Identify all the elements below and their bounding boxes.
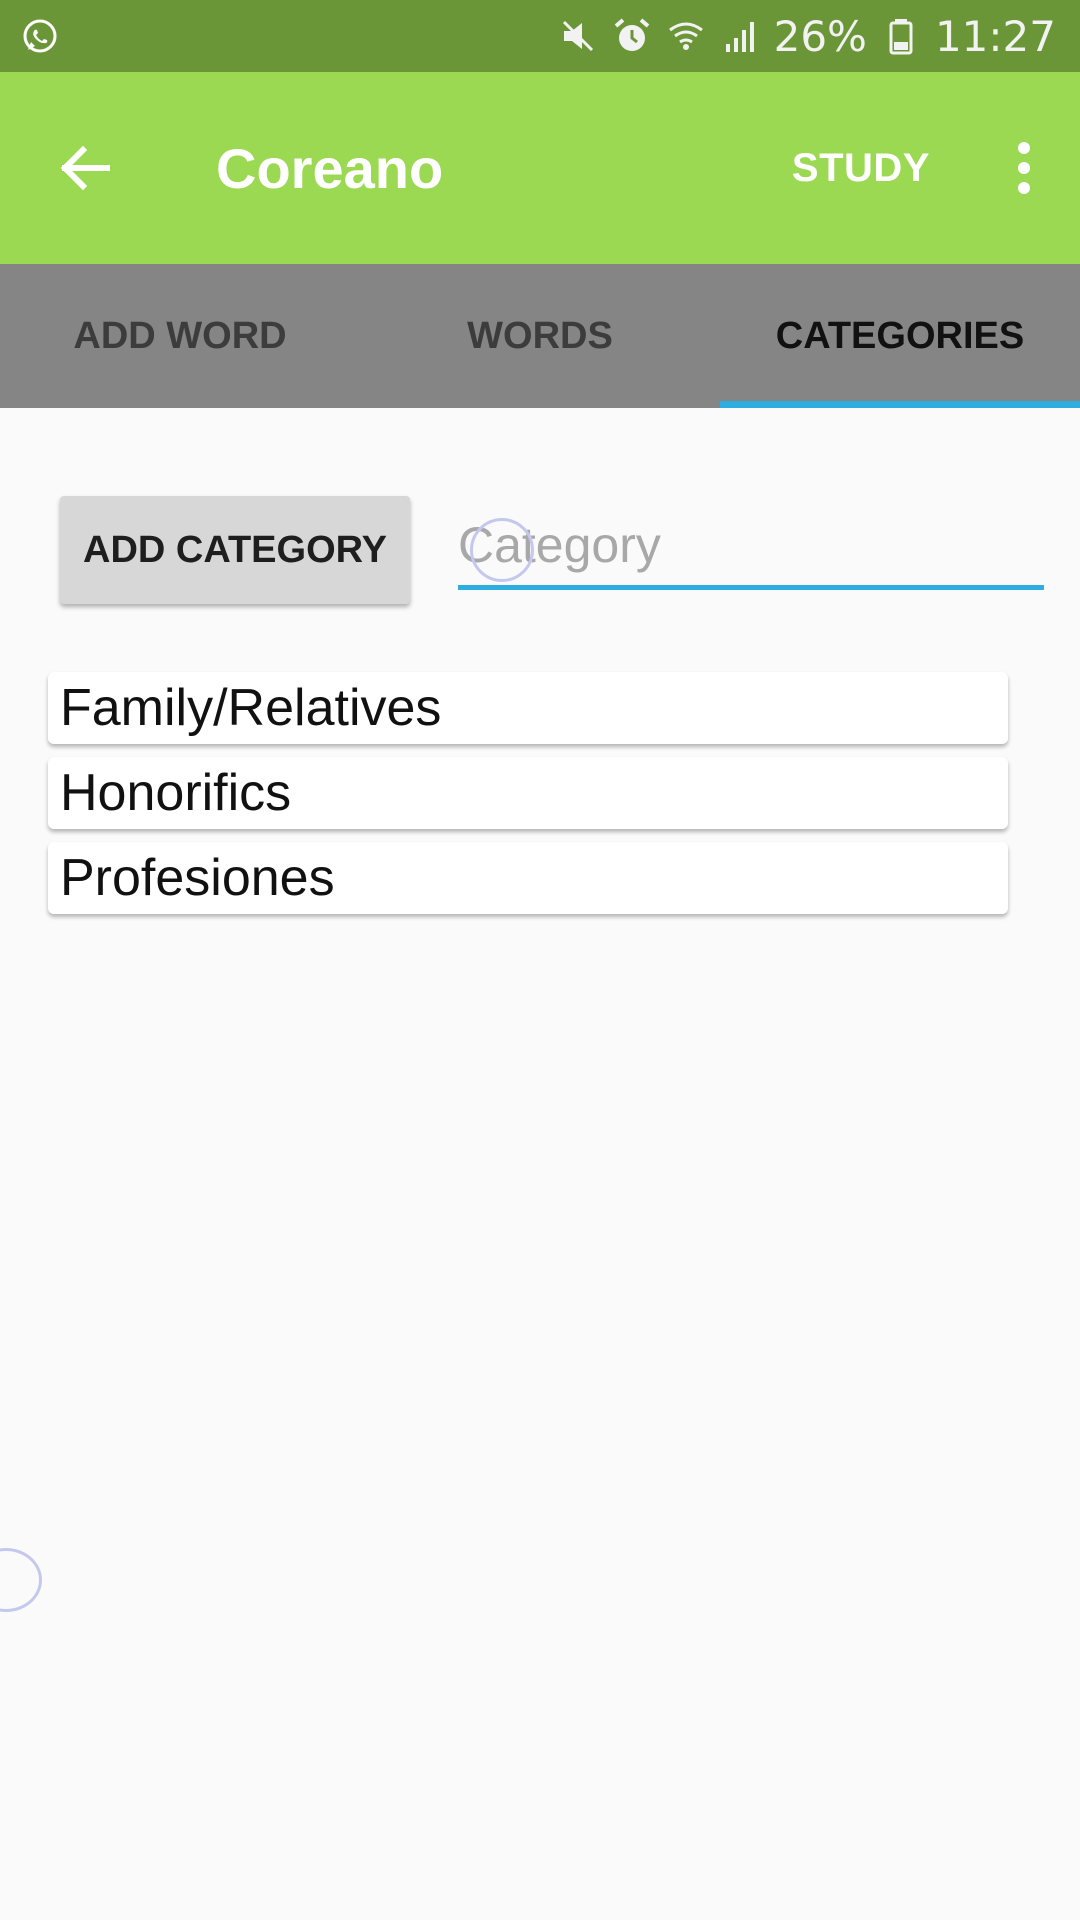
back-button[interactable] [34,118,134,218]
status-bar: 26% 11:27 [0,0,1080,72]
add-category-row: ADD CATEGORY [60,496,1044,606]
add-category-button[interactable]: ADD CATEGORY [60,496,410,604]
touch-indicator [0,1548,42,1612]
category-item-profesiones[interactable]: Profesiones [48,842,1008,914]
signal-icon [720,16,760,56]
wifi-icon [666,16,706,56]
category-item-family-relatives[interactable]: Family/Relatives [48,672,1008,744]
status-time: 11:27 [934,11,1056,61]
mute-icon [558,16,598,56]
page-title: Coreano [216,136,444,200]
more-vert-icon [1018,142,1030,194]
alarm-icon [612,16,652,56]
battery-percent: 26% [773,11,867,61]
tab-add-word[interactable]: ADD WORD [0,264,360,408]
status-indicators: 26% 11:27 [558,12,1056,61]
study-button[interactable]: STUDY [792,146,930,191]
app-bar: Coreano STUDY [0,72,1080,264]
tab-words[interactable]: WORDS [360,264,720,408]
overflow-menu-button[interactable] [994,118,1054,218]
category-input[interactable] [458,504,1044,590]
whatsapp-icon [20,16,60,56]
tab-bar: ADD WORD WORDS CATEGORIES [0,264,1080,408]
category-list: Family/Relatives Honorifics Profesiones [48,672,1008,927]
tab-categories[interactable]: CATEGORIES [720,264,1080,408]
arrow-back-icon [60,145,110,191]
battery-icon [881,16,921,56]
category-item-honorifics[interactable]: Honorifics [48,757,1008,829]
